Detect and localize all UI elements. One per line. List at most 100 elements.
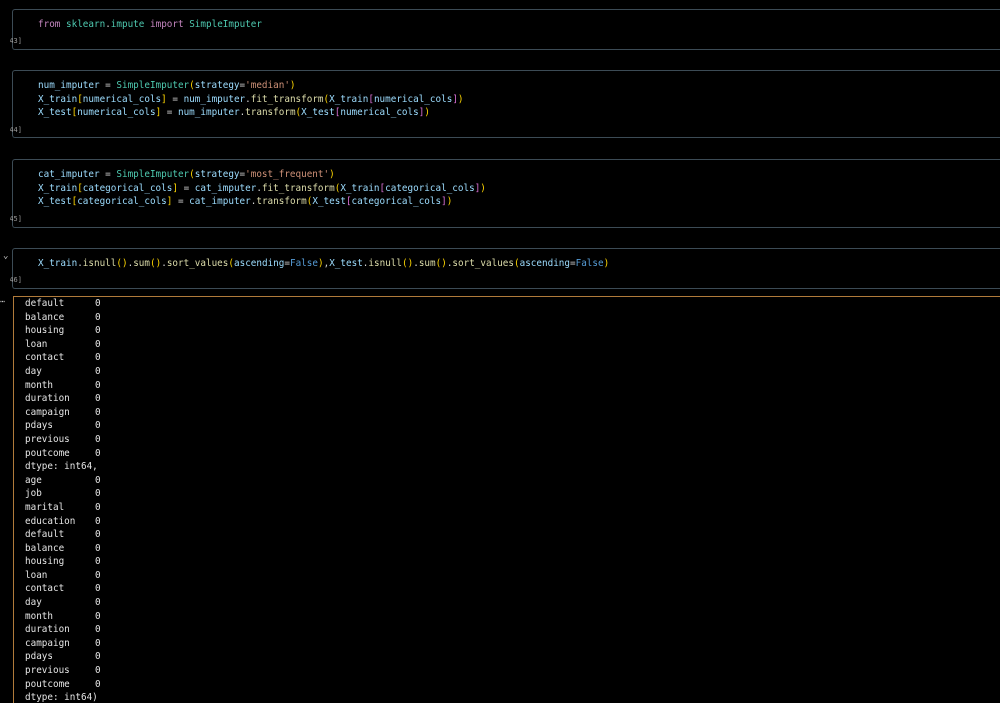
code-token: cat_imputer bbox=[38, 169, 100, 180]
code-token: ascending bbox=[234, 258, 285, 269]
output-row: month 0 bbox=[25, 610, 101, 624]
code-token: SimpleImputer bbox=[116, 169, 190, 180]
output-row: pdays 0 bbox=[25, 650, 101, 664]
output-null-count: 0 bbox=[95, 298, 101, 309]
code-token: X_test bbox=[38, 196, 72, 208]
code-token: fit_transform bbox=[250, 93, 324, 105]
code-token: categorical_cols bbox=[77, 196, 167, 208]
collapse-chevron-icon[interactable]: ⌄ bbox=[3, 251, 8, 261]
code-token: = bbox=[99, 80, 117, 91]
code-token: ) bbox=[603, 258, 610, 269]
output-row: housing 0 bbox=[25, 324, 101, 338]
code-cell-45[interactable]: [45] cat_imputer = SimpleImputer(strateg… bbox=[10, 159, 1000, 228]
output-column-name: duration bbox=[25, 393, 70, 405]
code-editor[interactable]: from sklearn.impute import SimpleImputer bbox=[38, 18, 262, 32]
code-token: = bbox=[177, 182, 195, 194]
code-token: import bbox=[150, 19, 184, 30]
output-row: age 0 bbox=[25, 474, 101, 488]
code-token: = bbox=[99, 169, 117, 180]
code-token: X_train bbox=[38, 93, 78, 105]
cell-output-area bbox=[13, 296, 1000, 703]
code-cell-46[interactable]: [46] X_train.isnull().sum().sort_values(… bbox=[10, 248, 1000, 289]
output-row: marital 0 bbox=[25, 501, 101, 515]
output-column-name: default bbox=[25, 298, 65, 309]
output-text: default 0 balance 0 housing 0 loan 0 contact 0 day… bbox=[25, 297, 101, 703]
output-null-count: 0 bbox=[95, 501, 101, 513]
code-token: X_train bbox=[38, 182, 78, 194]
output-null-count: 0 bbox=[95, 311, 101, 323]
code-token: ) bbox=[289, 80, 296, 91]
code-editor[interactable]: num_imputer = SimpleImputer(strategy='me… bbox=[38, 79, 464, 120]
output-null-count: 0 bbox=[95, 474, 101, 486]
output-null-count: 0 bbox=[95, 352, 101, 364]
output-column-name: campaign bbox=[25, 637, 70, 649]
output-column-name: campaign bbox=[25, 406, 70, 418]
output-column-name: month bbox=[25, 610, 53, 622]
code-token: sklearn bbox=[66, 19, 106, 30]
output-null-count: 0 bbox=[95, 665, 101, 677]
output-null-count: 0 bbox=[95, 678, 101, 690]
code-token: isnull bbox=[82, 258, 117, 269]
output-row: balance 0 bbox=[25, 311, 101, 325]
output-column-name: duration bbox=[25, 624, 70, 636]
code-token: False bbox=[289, 258, 318, 269]
output-null-count: 0 bbox=[95, 569, 101, 581]
code-cell-43[interactable]: [43] from sklearn.impute import SimpleIm… bbox=[10, 9, 1000, 50]
output-row: loan 0 bbox=[25, 338, 101, 352]
code-token: ascending bbox=[519, 258, 570, 269]
output-column-name: pdays bbox=[25, 651, 53, 663]
output-null-count: 0 bbox=[95, 610, 101, 622]
output-null-count: 0 bbox=[95, 420, 101, 432]
code-token: numerical_cols bbox=[77, 107, 156, 119]
code-token: ) bbox=[457, 93, 464, 105]
code-line: from sklearn.impute import SimpleImputer bbox=[38, 18, 262, 32]
code-token: () bbox=[150, 258, 162, 269]
output-row: loan 0 bbox=[25, 569, 101, 583]
output-row: contact 0 bbox=[25, 582, 101, 596]
code-token: num_imputer bbox=[177, 107, 240, 119]
code-line: X_test[categorical_cols] = cat_imputer.t… bbox=[38, 195, 486, 209]
code-token: from bbox=[38, 19, 61, 30]
output-null-count: 0 bbox=[95, 515, 101, 527]
output-null-count: 0 bbox=[95, 488, 101, 500]
code-token: cat_imputer bbox=[189, 196, 251, 208]
code-token: numerical_cols bbox=[373, 93, 453, 105]
code-token: = bbox=[161, 107, 178, 119]
notebook-page: [43] from sklearn.impute import SimpleIm… bbox=[0, 0, 1000, 703]
output-row: housing 0 bbox=[25, 555, 101, 569]
code-editor[interactable]: cat_imputer = SimpleImputer(strategy='mo… bbox=[38, 168, 486, 209]
code-token: () bbox=[435, 258, 447, 269]
output-null-count: 0 bbox=[95, 379, 101, 391]
output-column-name: dtype: int64, bbox=[25, 461, 98, 473]
code-token: SimpleImputer bbox=[189, 19, 262, 30]
code-token: categorical_cols bbox=[385, 182, 475, 194]
output-column-name: poutcome bbox=[25, 447, 70, 459]
output-column-name: job bbox=[25, 488, 42, 500]
output-column-name: housing bbox=[25, 556, 65, 568]
output-row: campaign 0 bbox=[25, 406, 101, 420]
output-column-name: previous bbox=[25, 665, 70, 677]
cell-execution-count: [46] bbox=[10, 276, 22, 284]
output-row: campaign 0 bbox=[25, 637, 101, 651]
code-token: X_test bbox=[38, 107, 72, 119]
code-token: False bbox=[575, 258, 604, 269]
output-column-name: poutcome bbox=[25, 678, 70, 690]
output-column-name: default bbox=[25, 529, 65, 541]
code-token: X_test bbox=[301, 107, 335, 119]
output-null-count: 0 bbox=[95, 624, 101, 636]
output-null-count: 0 bbox=[95, 651, 101, 663]
code-token: X_train bbox=[38, 258, 78, 269]
code-editor[interactable]: X_train.isnull().sum().sort_values(ascen… bbox=[38, 257, 609, 271]
output-column-name: balance bbox=[25, 311, 65, 323]
output-row: poutcome 0 bbox=[25, 447, 101, 461]
output-null-count: 0 bbox=[95, 447, 101, 459]
code-token: X_test bbox=[312, 196, 346, 208]
code-token: numerical_cols bbox=[82, 93, 162, 105]
output-row: previous 0 bbox=[25, 433, 101, 447]
code-line: num_imputer = SimpleImputer(strategy='me… bbox=[38, 79, 464, 93]
output-menu-icon[interactable]: ⋯ bbox=[0, 297, 5, 306]
output-row: dtype: int64) bbox=[25, 691, 101, 703]
code-token: 'most_frequent' bbox=[245, 169, 330, 180]
code-cell-44[interactable]: [44] num_imputer = SimpleImputer(strateg… bbox=[10, 70, 1000, 138]
code-token: X_test bbox=[329, 258, 363, 269]
